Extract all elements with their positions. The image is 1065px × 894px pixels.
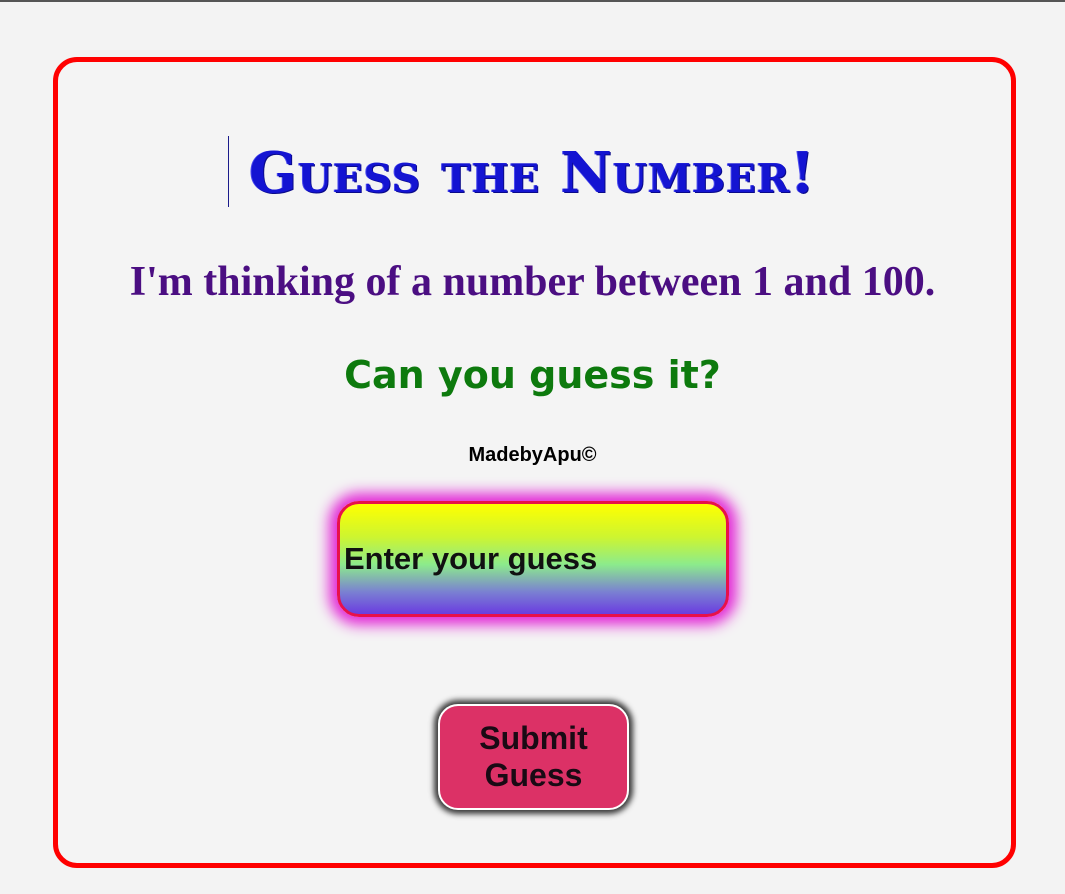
question-text: Can you guess it?: [344, 353, 721, 397]
instructions-text: I'm thinking of a number between 1 and 1…: [129, 259, 936, 305]
window-top-border: [0, 0, 1065, 2]
guess-input[interactable]: [337, 501, 729, 617]
submit-guess-button[interactable]: Submit Guess: [438, 704, 629, 810]
credit-text: MadebyApu©: [468, 444, 597, 466]
page-title: Guess the Number!: [249, 140, 816, 206]
